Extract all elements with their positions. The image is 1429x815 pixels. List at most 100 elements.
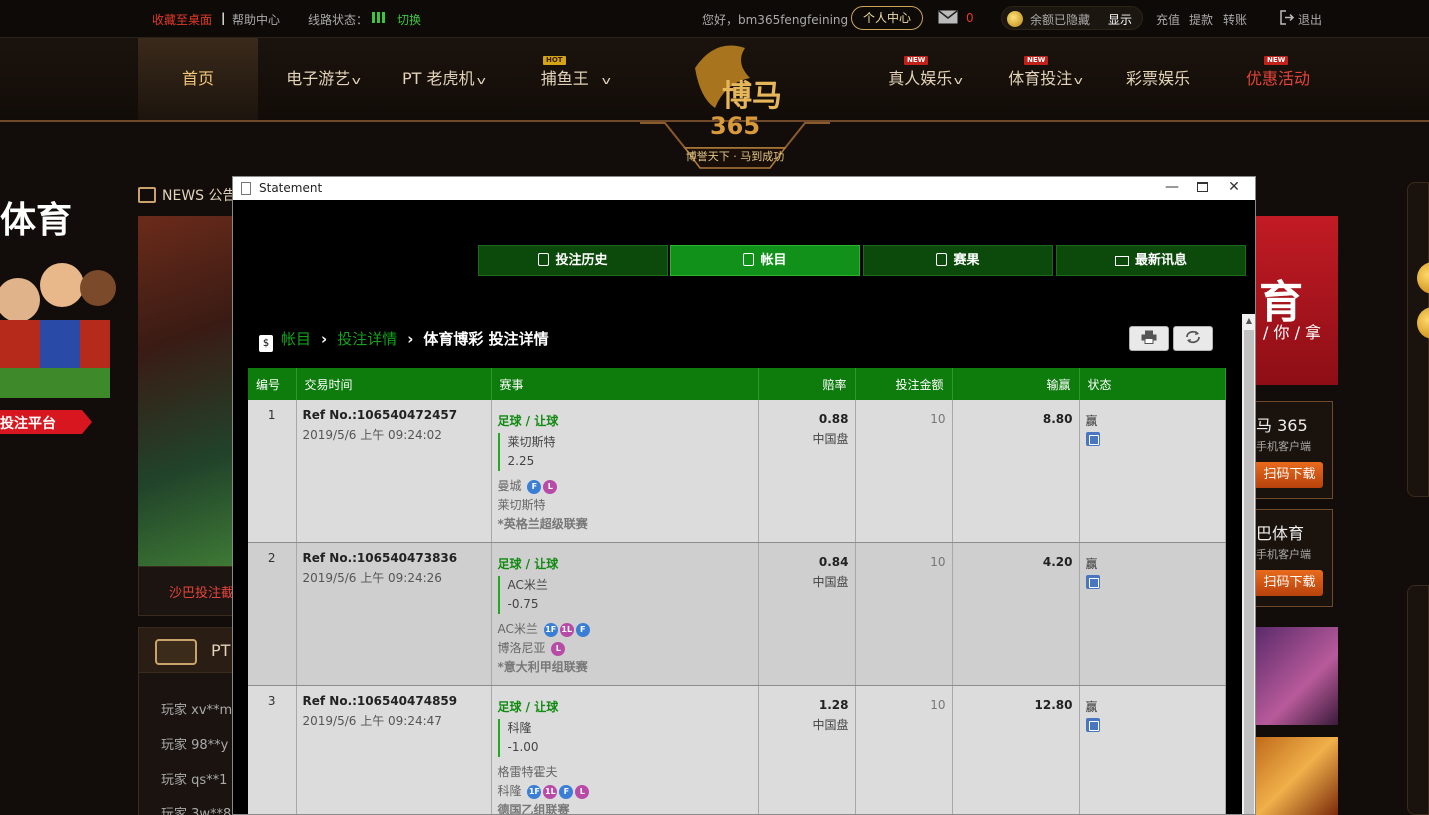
- vertical-scrollbar[interactable]: ▲: [1242, 314, 1255, 814]
- shaba-banner[interactable]: 沙巴投注截: [138, 566, 238, 616]
- first-half-badge-icon[interactable]: 1F: [543, 623, 558, 637]
- left-promo-art[interactable]: 体育 投注平台: [0, 190, 120, 440]
- scan-download-button[interactable]: 扫码下载: [1256, 570, 1323, 596]
- winloss-cell: 12.80: [952, 685, 1080, 814]
- nav-promo-label: 优惠活动: [1245, 69, 1310, 88]
- full-time-badge-icon[interactable]: F: [527, 480, 542, 494]
- detail-icon[interactable]: [1085, 432, 1100, 446]
- logout-icon[interactable]: [1280, 10, 1295, 25]
- help-link[interactable]: 帮助中心: [232, 11, 280, 28]
- app-download-box-2: 巴体育 手机客户端 扫码下载: [1255, 509, 1333, 607]
- nav-egames-label: 电子游艺: [286, 69, 351, 88]
- stake-cell: 10: [855, 400, 953, 543]
- nav-lottery-label: 彩票娱乐: [1125, 69, 1190, 88]
- scan-download-button[interactable]: 扫码下载: [1256, 462, 1323, 488]
- nav-home[interactable]: 首页: [138, 38, 258, 120]
- ref-number[interactable]: Ref No.:106540474859: [303, 694, 485, 708]
- sport-type: 足球 / 让球: [497, 700, 559, 714]
- col-header-no: 编号: [248, 368, 297, 400]
- nav-sports-label: 体育投注: [1008, 69, 1073, 88]
- nav-egames[interactable]: 电子游艺 v: [268, 38, 378, 120]
- transaction-time: 2019/5/6 上午 09:24:47: [302, 714, 442, 728]
- right-sports-banner[interactable]: 育 / 你 / 拿: [1255, 216, 1338, 385]
- full-time-badge-icon[interactable]: F: [575, 623, 590, 637]
- list-item: 玩家 3w**8: [161, 807, 232, 815]
- nav-lottery[interactable]: 彩票娱乐: [1110, 38, 1206, 120]
- first-half-live-badge-icon[interactable]: 1L: [559, 623, 574, 637]
- document-icon: [241, 182, 251, 195]
- site-logo[interactable]: 博马 365 博誉天下 · 马到成功: [640, 38, 830, 173]
- breadcrumb: $ 帐目 › 投注详情 › 体育博彩 投注详情: [259, 328, 549, 352]
- mail-icon[interactable]: [938, 10, 958, 24]
- breadcrumb-bet-detail[interactable]: 投注详情: [337, 330, 397, 348]
- switch-line-link[interactable]: 切换: [397, 11, 421, 28]
- side-float-panel: [1407, 182, 1429, 497]
- personal-center-button[interactable]: 个人中心: [851, 6, 923, 30]
- favorite-link[interactable]: 收藏至桌面: [152, 11, 212, 28]
- scroll-up-icon[interactable]: ▲: [1242, 314, 1255, 328]
- refresh-button[interactable]: [1173, 326, 1213, 351]
- window-titlebar[interactable]: Statement — ✕: [233, 177, 1255, 200]
- tab-results[interactable]: 赛果: [863, 245, 1053, 276]
- row-number: 3: [248, 685, 297, 814]
- first-half-live-badge-icon[interactable]: 1L: [543, 785, 558, 799]
- print-button[interactable]: [1129, 326, 1169, 351]
- tab-latest-news[interactable]: 最新讯息: [1056, 245, 1246, 276]
- event-cell: 足球 / 让球 AC米兰 -0.75 AC米兰 1F 1L F 博洛尼亚 L *意大…: [491, 542, 759, 686]
- coin-icon: [1007, 11, 1023, 27]
- scroll-thumb[interactable]: [1244, 330, 1254, 814]
- first-half-badge-icon[interactable]: 1F: [527, 785, 542, 799]
- stake-value: 10: [930, 555, 946, 569]
- stake-value: 10: [930, 412, 946, 426]
- tab-label: 帐目: [760, 253, 787, 268]
- status-text: 赢: [1085, 414, 1098, 428]
- transfer-link[interactable]: 转账: [1223, 11, 1247, 28]
- nav-live[interactable]: 真人娱乐 v: [870, 38, 980, 120]
- maximize-button[interactable]: [1187, 177, 1217, 200]
- col-header-winloss: 输赢: [952, 368, 1080, 400]
- nav-pt-slots-label: PT 老虎机: [401, 69, 475, 88]
- detail-icon[interactable]: [1085, 718, 1100, 732]
- chevron-down-icon: v: [476, 74, 486, 87]
- hot-tag: HOT: [543, 56, 566, 65]
- nav-promo[interactable]: 优惠活动: [1230, 38, 1326, 120]
- ref-number[interactable]: Ref No.:106540472457: [303, 408, 485, 422]
- away-team-name: 博洛尼亚: [497, 641, 546, 655]
- nav-pt-slots[interactable]: PT 老虎机 v: [388, 38, 498, 120]
- odds-type: 中国盘: [812, 718, 849, 732]
- game-thumbnail[interactable]: [1255, 737, 1338, 815]
- stadium-image[interactable]: [138, 216, 238, 566]
- minimize-button[interactable]: —: [1157, 177, 1187, 200]
- nav-sports[interactable]: 体育投注 v: [990, 38, 1100, 120]
- tab-account[interactable]: 帐目: [670, 245, 860, 276]
- status-cell: 赢: [1079, 400, 1226, 543]
- withdraw-link[interactable]: 提款: [1189, 11, 1213, 28]
- game-thumbnail[interactable]: [1255, 627, 1338, 725]
- maximize-icon: [1196, 182, 1208, 192]
- transaction-cell: Ref No.:106540474859 2019/5/6 上午 09:24:4…: [296, 685, 492, 814]
- nav-fishing[interactable]: 捕鱼王 v: [520, 38, 630, 120]
- pt-label: PT: [211, 641, 231, 660]
- full-time-badge-icon[interactable]: F: [559, 785, 574, 799]
- breadcrumb-account[interactable]: 帐目: [281, 330, 311, 348]
- pt-winners-header: PT: [138, 627, 238, 673]
- recharge-link[interactable]: 充值: [1156, 11, 1180, 28]
- event-cell: 足球 / 让球 莱切斯特 2.25 曼城 FL 莱切斯特 *英格兰超级联赛: [491, 400, 759, 543]
- tab-bet-history[interactable]: 投注历史: [478, 245, 668, 276]
- close-button[interactable]: ✕: [1219, 177, 1249, 200]
- col-header-event: 赛事: [491, 368, 759, 400]
- logout-link[interactable]: 退出: [1298, 11, 1322, 28]
- live-badge-icon[interactable]: L: [543, 480, 558, 494]
- signal-icon: [372, 12, 388, 23]
- live-badge-icon[interactable]: L: [551, 642, 566, 656]
- detail-icon[interactable]: [1085, 575, 1100, 589]
- table-row: 2 Ref No.:106540473836 2019/5/6 上午 09:24…: [248, 542, 1226, 686]
- col-header-odds: 赔率: [758, 368, 856, 400]
- status-cell: 赢: [1079, 685, 1226, 814]
- statement-table: 编号 交易时间 赛事 赔率 投注金额 输赢 状态 1 Ref No.:10654…: [248, 368, 1226, 814]
- show-balance-button[interactable]: 显示: [1108, 11, 1132, 28]
- transaction-time: 2019/5/6 上午 09:24:26: [302, 571, 442, 585]
- live-badge-icon[interactable]: L: [575, 785, 590, 799]
- ref-number[interactable]: Ref No.:106540473836: [303, 551, 485, 565]
- app-title: 马 365: [1256, 416, 1308, 435]
